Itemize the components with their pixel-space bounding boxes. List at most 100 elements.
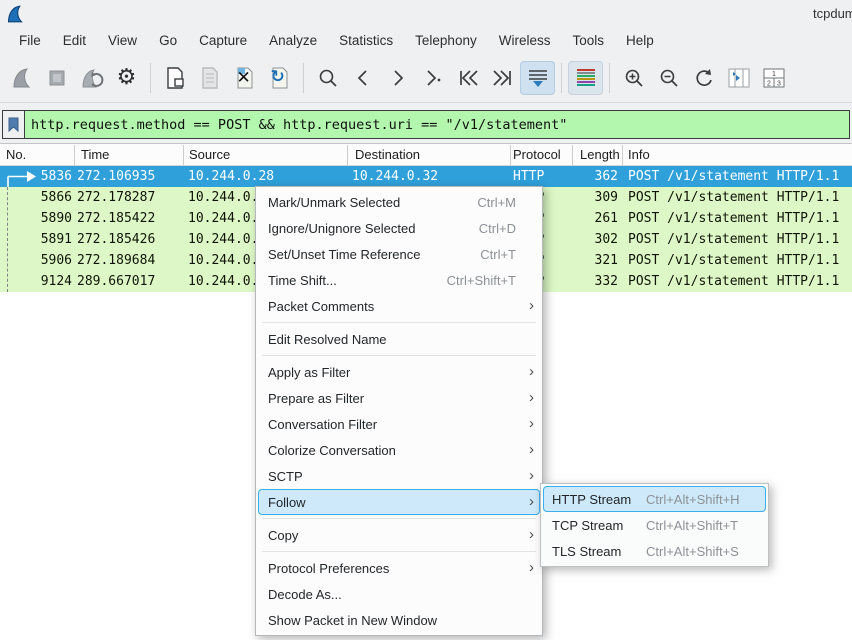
gear-icon: ⚙	[117, 67, 137, 89]
menu-item-time-shift[interactable]: Time Shift... Ctrl+Shift+T	[256, 267, 542, 293]
column-header-info[interactable]: Info	[628, 144, 650, 166]
menu-item-packet-comments[interactable]: Packet Comments ›	[256, 293, 542, 319]
menu-item-prepare-as-filter[interactable]: Prepare as Filter ›	[256, 385, 542, 411]
last-packet-button[interactable]	[485, 61, 520, 95]
column-header-time[interactable]: Time	[81, 144, 109, 166]
search-icon	[317, 67, 339, 89]
menu-item-decode-as[interactable]: Decode As...	[256, 581, 542, 607]
submenu-item-http-stream[interactable]: HTTP Stream Ctrl+Alt+Shift+H	[543, 486, 766, 512]
chevron-right-dot-icon	[422, 67, 444, 89]
stop-square-icon	[46, 67, 68, 89]
svg-text:1: 1	[772, 71, 776, 78]
menu-separator	[262, 551, 536, 552]
reload-icon: ↻	[269, 66, 291, 90]
toolbar-separator	[303, 63, 304, 93]
chevron-left-icon	[353, 67, 373, 89]
save-file-button[interactable]	[192, 61, 227, 95]
capture-stop-button[interactable]	[39, 61, 74, 95]
menu-statistics[interactable]: Statistics	[328, 28, 404, 54]
menu-item-copy[interactable]: Copy ›	[256, 522, 542, 548]
column-header-source[interactable]: Source	[189, 144, 230, 166]
zoom-in-icon	[623, 67, 645, 89]
zoom-in-button[interactable]	[616, 61, 651, 95]
zoom-reset-icon	[693, 67, 715, 89]
previous-packet-button[interactable]	[345, 61, 380, 95]
menu-file[interactable]: File	[8, 28, 52, 54]
column-divider[interactable]	[572, 145, 573, 165]
submenu-item-tls-stream[interactable]: TLS Stream Ctrl+Alt+Shift+S	[541, 538, 768, 564]
first-packet-button[interactable]	[450, 61, 485, 95]
menu-bar: File Edit View Go Capture Analyze Statis…	[0, 28, 852, 54]
column-divider[interactable]	[74, 145, 75, 165]
shark-fin-icon	[10, 66, 34, 90]
double-chevron-first-icon	[456, 67, 480, 89]
submenu-arrow-icon: ›	[516, 359, 534, 385]
menu-separator	[262, 518, 536, 519]
zoom-reset-button[interactable]	[686, 61, 721, 95]
colorize-packets-button[interactable]	[568, 61, 603, 95]
menu-item-conversation-filter[interactable]: Conversation Filter ›	[256, 411, 542, 437]
menu-item-protocol-preferences[interactable]: Protocol Preferences ›	[256, 555, 542, 581]
capture-restart-button[interactable]	[74, 61, 109, 95]
menu-help[interactable]: Help	[615, 28, 665, 54]
column-divider[interactable]	[510, 145, 511, 165]
menu-item-colorize-conversation[interactable]: Colorize Conversation ›	[256, 437, 542, 463]
resize-columns-button[interactable]	[721, 61, 756, 95]
menu-item-apply-as-filter[interactable]: Apply as Filter ›	[256, 359, 542, 385]
menu-item-sctp[interactable]: SCTP ›	[256, 463, 542, 489]
menu-view[interactable]: View	[97, 28, 148, 54]
wireshark-logo-icon	[5, 3, 26, 25]
reload-file-button[interactable]: ↻	[262, 61, 297, 95]
x-glyph: ✕	[237, 68, 251, 88]
display-filter-input[interactable]	[25, 111, 849, 138]
open-file-button[interactable]	[157, 61, 192, 95]
capture-options-button[interactable]: ⚙	[109, 61, 144, 95]
column-header-no[interactable]: No.	[6, 144, 26, 166]
menu-wireless[interactable]: Wireless	[488, 28, 562, 54]
submenu-arrow-icon: ›	[516, 411, 534, 437]
layout-button[interactable]: 123	[756, 61, 791, 95]
related-packets-line	[7, 187, 8, 292]
menu-telephony[interactable]: Telephony	[404, 28, 488, 54]
display-filter-field	[2, 110, 850, 139]
next-packet-button[interactable]	[380, 61, 415, 95]
submenu-arrow-icon: ›	[516, 522, 534, 548]
column-divider[interactable]	[347, 145, 348, 165]
close-file-button[interactable]: ✕	[227, 61, 262, 95]
submenu-arrow-icon: ›	[516, 293, 534, 319]
submenu-arrow-icon: ›	[516, 555, 534, 581]
menu-item-show-packet-in-new-window[interactable]: Show Packet in New Window	[256, 607, 542, 633]
menu-separator	[262, 322, 536, 323]
bookmark-icon	[8, 117, 19, 132]
menu-item-ignore-unignore-selected[interactable]: Ignore/Unignore Selected Ctrl+D	[256, 215, 542, 241]
menu-tools[interactable]: Tools	[561, 28, 615, 54]
wireshark-window: tcpdump File Edit View Go Capture Analyz…	[0, 0, 852, 640]
submenu-arrow-icon: ›	[516, 463, 534, 489]
zoom-out-button[interactable]	[651, 61, 686, 95]
menu-separator	[262, 355, 536, 356]
save-file-icon	[199, 66, 221, 90]
menu-go[interactable]: Go	[148, 28, 188, 54]
go-to-packet-button[interactable]	[415, 61, 450, 95]
packet-row-selected[interactable]: 5836 272.106935 10.244.0.28 10.244.0.32 …	[0, 166, 852, 187]
column-divider[interactable]	[622, 145, 623, 165]
toolbar-separator	[561, 63, 562, 93]
submenu-item-tcp-stream[interactable]: TCP Stream Ctrl+Alt+Shift+T	[541, 512, 768, 538]
filter-bar	[0, 103, 852, 143]
menu-item-mark-unmark-selected[interactable]: Mark/Unmark Selected Ctrl+M	[256, 189, 542, 215]
column-header-destination[interactable]: Destination	[355, 144, 420, 166]
title-bar: tcpdump	[0, 0, 852, 28]
column-header-protocol[interactable]: Protocol	[513, 144, 561, 166]
menu-item-set-unset-time-reference[interactable]: Set/Unset Time Reference Ctrl+T	[256, 241, 542, 267]
menu-item-follow[interactable]: Follow ›	[258, 489, 540, 515]
column-divider[interactable]	[183, 145, 184, 165]
auto-scroll-button[interactable]	[520, 61, 555, 95]
column-header-length[interactable]: Length	[580, 144, 621, 166]
menu-analyze[interactable]: Analyze	[258, 28, 328, 54]
menu-capture[interactable]: Capture	[188, 28, 258, 54]
menu-item-edit-resolved-name[interactable]: Edit Resolved Name	[256, 326, 542, 352]
find-packet-button[interactable]	[310, 61, 345, 95]
menu-edit[interactable]: Edit	[52, 28, 97, 54]
filter-bookmark-button[interactable]	[3, 111, 25, 138]
capture-start-button[interactable]	[4, 61, 39, 95]
